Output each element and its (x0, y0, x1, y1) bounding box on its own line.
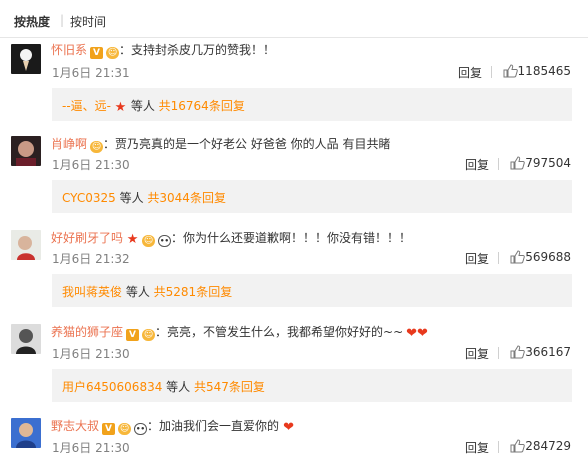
like-count: 797504 (525, 156, 571, 170)
sub-replies-text: CYC0325 等人 共3044条回复 (62, 189, 226, 206)
like-count: 284729 (525, 439, 571, 453)
username-link[interactable]: 养猫的狮子座 (51, 325, 123, 339)
emoji-face-icon: ☺ (118, 423, 132, 435)
sub-reply-total-link[interactable]: 共5281条回复 (154, 285, 233, 299)
avatar[interactable] (11, 418, 41, 448)
comment-text: ：亮亮，不管发生什么，我都希望你好好的~~ (155, 325, 404, 339)
panda-icon: •• (158, 235, 172, 247)
divider (498, 441, 499, 453)
emoji-face-icon: ☺ (142, 329, 156, 341)
sub-replies-box[interactable]: 我叫蒋英俊 等人 共5281条回复 (52, 274, 572, 307)
sub-reply-total-link[interactable]: 共3044条回复 (147, 191, 226, 205)
like-count: 569688 (525, 250, 571, 264)
reply-button[interactable]: 回复 (465, 156, 489, 173)
divider (491, 66, 492, 78)
comment-line: 野志大叔 V ☺ •• ：加油我们会一直爱你的 ❤ (51, 417, 295, 435)
star-icon: ★ (114, 100, 127, 115)
username-link[interactable]: 好好刷牙了吗 (51, 231, 123, 245)
comment-time: 1月6日 21:30 (52, 158, 130, 172)
avatar[interactable] (11, 324, 41, 354)
comment-time: 1月6日 21:30 (52, 347, 130, 361)
comment-line: 怀旧系 V ☺ ：支持封杀皮几万的赞我！！ (51, 41, 275, 59)
username-link[interactable]: 怀旧系 (51, 43, 87, 57)
sub-replies-text: 用户6450606834 等人 共547条回复 (62, 378, 265, 395)
vip-badge-icon[interactable]: V (102, 423, 116, 435)
vip-badge-icon[interactable]: V (90, 47, 104, 59)
sub-reply-user-link[interactable]: CYC0325 (62, 191, 116, 205)
sort-bar: 按热度 | 按时间 (0, 0, 588, 38)
comment-line: 养猫的狮子座 V ☺ ：亮亮，不管发生什么，我都希望你好好的~~ ❤❤ (51, 323, 428, 341)
comment-text: ：支持封杀皮几万的赞我！！ (119, 43, 276, 57)
comment-time: 1月6日 21:32 (52, 252, 130, 266)
panda-icon: •• (134, 423, 148, 435)
comment-text: ：贾乃亮真的是一个好老公 好爸爸 你的人品 有目共睹 (103, 137, 391, 151)
username-link[interactable]: 野志大叔 (51, 419, 99, 433)
vip-badge-icon[interactable]: V (126, 329, 140, 341)
comment-line: 肖峥啊 ☺ ：贾乃亮真的是一个好老公 好爸爸 你的人品 有目共睹 (51, 135, 390, 153)
reply-button[interactable]: 回复 (465, 439, 489, 456)
sub-reply-total-link[interactable]: 共547条回复 (194, 380, 265, 394)
sub-replies-box[interactable]: CYC0325 等人 共3044条回复 (52, 180, 572, 213)
comment-time: 1月6日 21:31 (52, 66, 130, 80)
divider (498, 252, 499, 264)
divider (498, 158, 499, 170)
heart-emoji-icon: ❤❤ (406, 326, 428, 341)
avatar[interactable] (11, 230, 41, 260)
sub-reply-user-link[interactable]: 我叫蒋英俊 (62, 285, 122, 299)
emoji-face-icon: ☺ (142, 235, 156, 247)
sub-replies-box[interactable]: --逼、远- ★ 等人 共16764条回复 (52, 88, 572, 121)
sort-separator: | (60, 13, 65, 27)
avatar[interactable] (11, 44, 41, 74)
sub-reply-mid-text: 等人 (115, 191, 148, 205)
comment-line: 好好刷牙了吗 ★ ☺ •• ：你为什么还要道歉啊！！！你没有错！！！ (51, 229, 411, 247)
sub-reply-mid-text: 等人 (162, 380, 194, 394)
star-icon: ★ (126, 232, 139, 247)
sort-by-time-tab[interactable]: 按时间 (70, 13, 106, 30)
sub-replies-text: --逼、远- ★ 等人 共16764条回复 (62, 97, 245, 114)
divider (498, 347, 499, 359)
emoji-face-icon: ☺ (106, 47, 120, 59)
heart-emoji-icon: ❤ (283, 420, 294, 435)
reply-button[interactable]: 回复 (458, 64, 482, 81)
comment-text: ：加油我们会一直爱你的 (147, 419, 280, 433)
reply-button[interactable]: 回复 (465, 345, 489, 362)
sub-replies-text: 我叫蒋英俊 等人 共5281条回复 (62, 283, 232, 300)
reply-button[interactable]: 回复 (465, 250, 489, 267)
comment-text: ：你为什么还要道歉啊！！！你没有错！！！ (171, 231, 412, 245)
sub-reply-user-link[interactable]: --逼、远- (62, 99, 111, 113)
sub-reply-total-link[interactable]: 共16764条回复 (159, 99, 245, 113)
emoji-face-icon: ☺ (90, 141, 104, 153)
like-count: 1185465 (517, 64, 571, 78)
sub-reply-mid-text: 等人 (127, 99, 159, 113)
sort-by-hot-tab[interactable]: 按热度 (14, 13, 50, 30)
avatar[interactable] (11, 136, 41, 166)
sub-reply-mid-text: 等人 (122, 285, 154, 299)
comment-time: 1月6日 21:30 (52, 441, 130, 455)
sub-replies-box[interactable]: 用户6450606834 等人 共547条回复 (52, 369, 572, 402)
username-link[interactable]: 肖峥啊 (51, 137, 87, 151)
sub-reply-user-link[interactable]: 用户6450606834 (62, 380, 162, 394)
like-count: 366167 (525, 345, 571, 359)
